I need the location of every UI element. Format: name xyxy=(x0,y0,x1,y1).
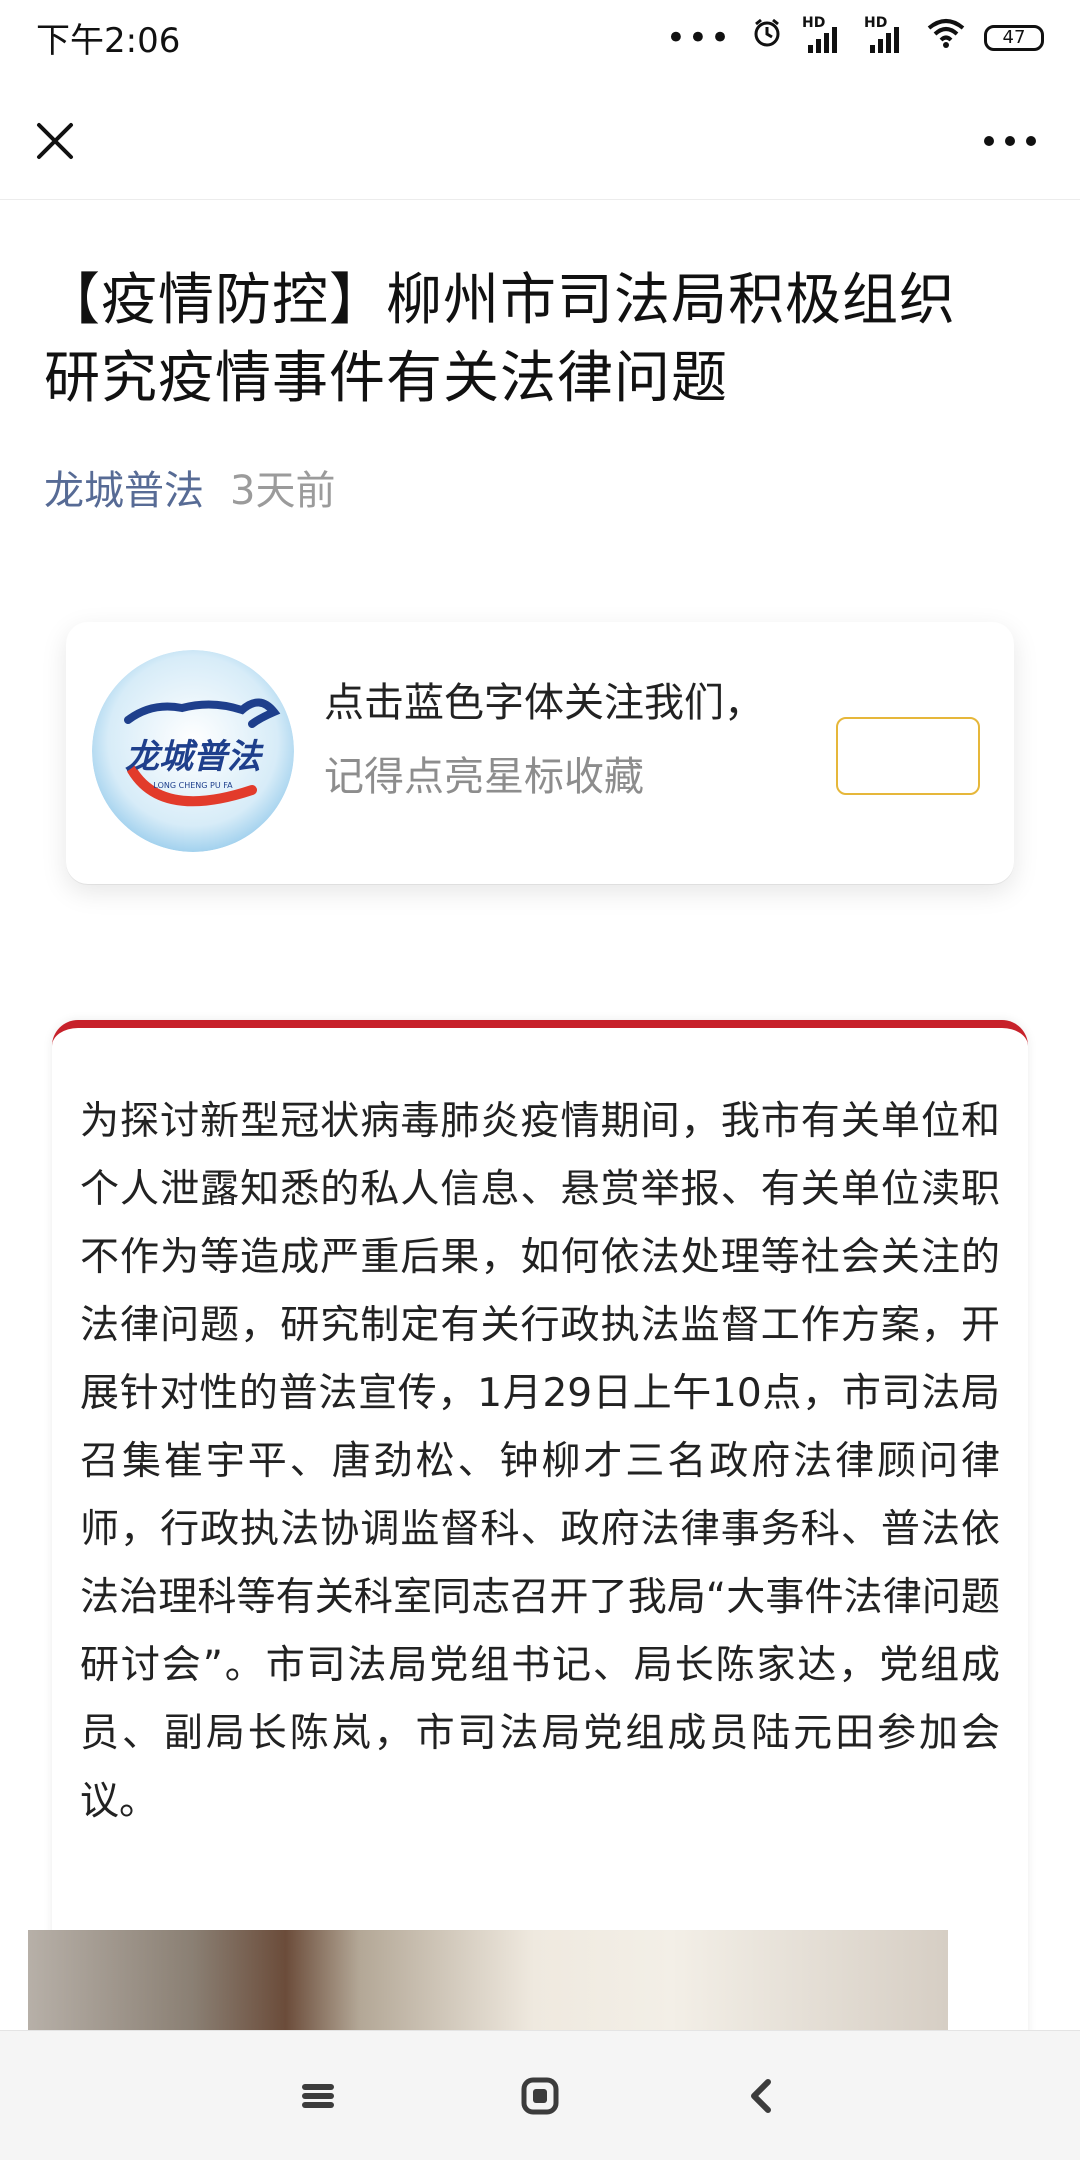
home-icon xyxy=(521,2077,559,2115)
battery-icon: 47 xyxy=(984,24,1044,51)
hd-label-1: HD xyxy=(802,14,826,31)
signal-icon-2: HD xyxy=(864,15,908,55)
article-title-line-1: 【疫情防控】柳州市司法局积极组织 xyxy=(44,268,956,333)
webview-header xyxy=(0,90,1080,200)
article-body: 为探讨新型冠状病毒肺炎疫情期间，我市有关单位和个人泄露知悉的私人信息、悬赏举报、… xyxy=(80,1099,1000,1824)
hd-label-2: HD xyxy=(864,14,888,31)
wifi-icon xyxy=(926,16,966,59)
follow-prompt-line-2: 记得点亮星标收藏 xyxy=(324,754,644,800)
logo-subtext: LONG CHENG PU FA xyxy=(153,781,233,790)
longcheng-pufa-logo: 龙城普法 LONG CHENG PU FA xyxy=(92,650,294,852)
page: 下午2:06 ••• HD HD 47 【疫情防控】柳州市司法局积极组织 研究疫… xyxy=(0,0,1080,2160)
status-bar: 下午2:06 ••• HD HD 47 xyxy=(0,0,1080,75)
follow-card[interactable]: 龙城普法 LONG CHENG PU FA 点击蓝色字体关注我们， 记得点亮星标… xyxy=(66,622,1014,884)
recent-apps-button[interactable] xyxy=(283,2061,353,2131)
more-icon xyxy=(984,136,1036,146)
system-nav-bar xyxy=(0,2030,1080,2160)
follow-button[interactable] xyxy=(836,717,980,795)
status-icons: ••• HD HD 47 xyxy=(665,15,1044,59)
menu-icon xyxy=(302,2084,334,2108)
home-button[interactable] xyxy=(505,2061,575,2131)
logo-text: 龙城普法 xyxy=(125,737,264,777)
publish-time: 3天前 xyxy=(230,468,336,514)
article-photo xyxy=(28,1930,948,2030)
signal-icon-1: HD xyxy=(802,15,846,55)
close-button[interactable] xyxy=(30,116,80,166)
article-title-line-2: 研究疫情事件有关法律问题 xyxy=(44,346,728,411)
alarm-icon xyxy=(750,16,784,59)
more-options-button[interactable] xyxy=(980,116,1040,166)
article-title: 【疫情防控】柳州市司法局积极组织 研究疫情事件有关法律问题 xyxy=(44,262,1044,418)
author-link[interactable]: 龙城普法 xyxy=(44,458,204,516)
follow-prompt-line-1: 点击蓝色字体关注我们， xyxy=(324,680,764,726)
more-notifications-icon: ••• xyxy=(665,17,732,58)
back-icon xyxy=(751,2079,771,2113)
article-meta: 龙城普法 3天前 xyxy=(44,458,335,516)
close-icon xyxy=(37,123,73,159)
status-time: 下午2:06 xyxy=(36,21,181,61)
back-button[interactable] xyxy=(727,2061,797,2131)
